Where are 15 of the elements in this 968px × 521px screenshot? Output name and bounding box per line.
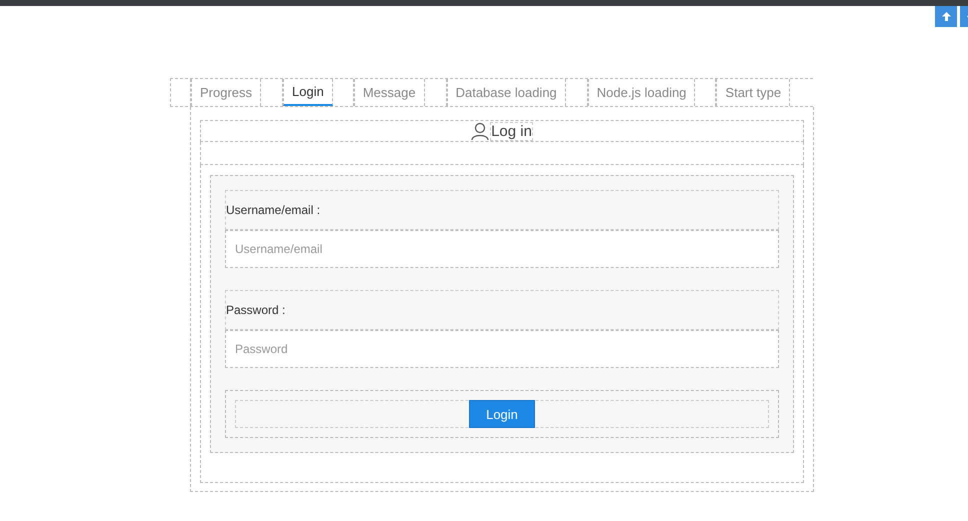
tab[interactable]: Login [283, 79, 333, 106]
arrow-up-button[interactable] [935, 6, 957, 27]
tab[interactable]: Database loading [446, 79, 566, 106]
tab[interactable]: Progress [191, 79, 262, 106]
field-label: Username/email : [226, 203, 320, 217]
login-button[interactable]: Login [469, 400, 535, 428]
panel-title: Log in [490, 122, 533, 140]
tab[interactable]: Node.js loading [588, 79, 696, 106]
user-icon [471, 122, 490, 140]
tab[interactable]: Start type [716, 79, 790, 106]
tab[interactable]: Message [354, 79, 425, 106]
input-field[interactable]: Password [225, 330, 779, 368]
input-field[interactable]: Username/email [225, 230, 779, 268]
arrow-up-icon [940, 11, 952, 22]
field-label: Password : [226, 303, 286, 317]
